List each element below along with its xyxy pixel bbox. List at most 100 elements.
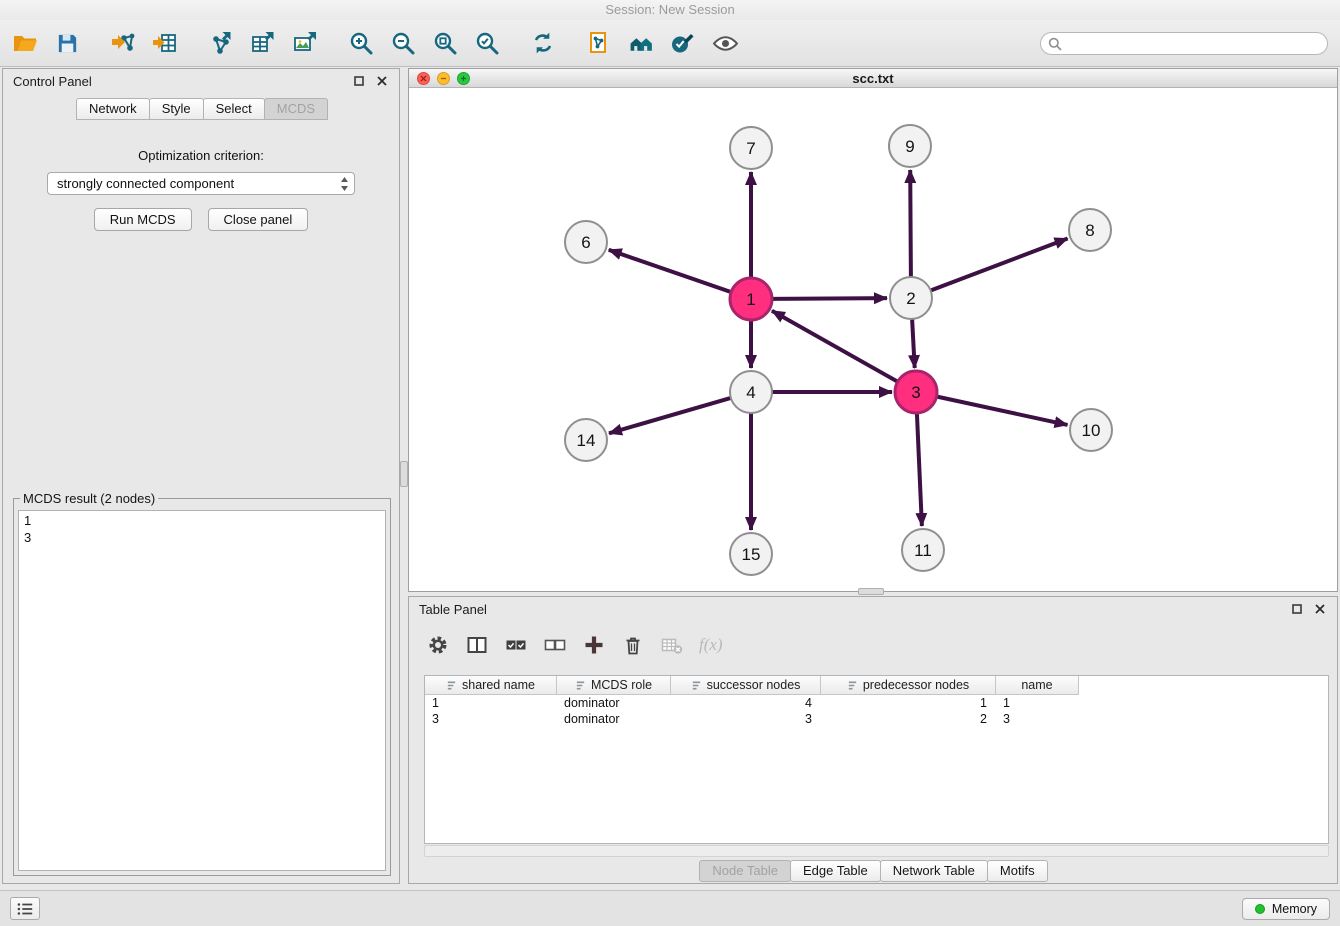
memory-button[interactable]: Memory bbox=[1242, 898, 1330, 920]
selected-option: strongly connected component bbox=[57, 176, 234, 191]
table-row[interactable]: 1 dominator 4 1 1 bbox=[425, 695, 1328, 711]
trash-icon bbox=[622, 634, 644, 656]
plus-icon bbox=[583, 634, 605, 656]
graph-node-label: 8 bbox=[1085, 221, 1094, 240]
cell-predecessor-nodes: 1 bbox=[821, 696, 996, 710]
graph-node-8[interactable]: 8 bbox=[1069, 209, 1111, 251]
edge-4-14[interactable] bbox=[609, 398, 731, 433]
edge-2-3[interactable] bbox=[912, 319, 915, 368]
select-all-icon bbox=[505, 634, 527, 656]
function-builder-button[interactable]: f(x) bbox=[699, 633, 723, 657]
edge-3-1[interactable] bbox=[772, 311, 898, 382]
cell-name: 3 bbox=[996, 712, 1079, 726]
column-header-mcds-role[interactable]: MCDS role bbox=[557, 676, 671, 695]
float-panel-button[interactable] bbox=[352, 74, 366, 88]
vertical-splitter-handle[interactable] bbox=[400, 461, 408, 487]
apply-style-button[interactable] bbox=[666, 26, 700, 60]
edge-2-9[interactable] bbox=[910, 170, 911, 277]
graph-node-3[interactable]: 3 bbox=[895, 371, 937, 413]
graph-node-15[interactable]: 15 bbox=[730, 533, 772, 575]
columns-icon bbox=[466, 634, 488, 656]
column-label: MCDS role bbox=[591, 678, 652, 692]
graph-node-2[interactable]: 2 bbox=[890, 277, 932, 319]
close-panel-action-button[interactable]: Close panel bbox=[208, 208, 309, 231]
column-label: shared name bbox=[462, 678, 535, 692]
graph-node-11[interactable]: 11 bbox=[902, 529, 944, 571]
delete-table-button[interactable] bbox=[660, 633, 684, 657]
graph-node-1[interactable]: 1 bbox=[730, 278, 772, 320]
apply-layout-button[interactable] bbox=[624, 26, 658, 60]
cell-predecessor-nodes: 2 bbox=[821, 712, 996, 726]
zoom-in-button[interactable] bbox=[344, 26, 378, 60]
import-table-button[interactable] bbox=[148, 26, 182, 60]
minimize-window-button[interactable] bbox=[437, 72, 450, 85]
table-horizontal-scrollbar[interactable] bbox=[424, 845, 1329, 857]
close-panel-button[interactable] bbox=[375, 74, 389, 88]
add-column-button[interactable] bbox=[582, 633, 606, 657]
export-image-button[interactable] bbox=[288, 26, 322, 60]
zoom-out-button[interactable] bbox=[386, 26, 420, 60]
delete-column-button[interactable] bbox=[621, 633, 645, 657]
tab-network-table[interactable]: Network Table bbox=[880, 860, 988, 882]
open-session-button[interactable] bbox=[8, 26, 42, 60]
column-header-shared-name[interactable]: shared name bbox=[425, 676, 557, 695]
tab-node-table[interactable]: Node Table bbox=[699, 860, 791, 882]
graph-node-6[interactable]: 6 bbox=[565, 221, 607, 263]
export-network-button[interactable] bbox=[204, 26, 238, 60]
table-panel-title: Table Panel bbox=[419, 602, 487, 617]
select-all-button[interactable] bbox=[504, 633, 528, 657]
close-table-panel-button[interactable] bbox=[1313, 602, 1327, 616]
edge-3-11[interactable] bbox=[917, 413, 922, 526]
edge-1-6[interactable] bbox=[609, 250, 732, 292]
column-header-predecessor-nodes[interactable]: predecessor nodes bbox=[821, 676, 996, 695]
tab-motifs[interactable]: Motifs bbox=[987, 860, 1048, 882]
tab-style[interactable]: Style bbox=[149, 98, 204, 120]
import-network-button[interactable] bbox=[106, 26, 140, 60]
table-header-row: shared name MCDS role successor nodes pr… bbox=[425, 676, 1328, 695]
zoom-fit-button[interactable] bbox=[428, 26, 462, 60]
tab-network[interactable]: Network bbox=[76, 98, 150, 120]
cell-name: 1 bbox=[996, 696, 1079, 710]
graph-node-9[interactable]: 9 bbox=[889, 125, 931, 167]
column-type-icon bbox=[847, 680, 858, 691]
task-history-button[interactable] bbox=[10, 897, 40, 920]
refresh-button[interactable] bbox=[526, 26, 560, 60]
column-header-name[interactable]: name bbox=[996, 676, 1079, 695]
graph-node-7[interactable]: 7 bbox=[730, 127, 772, 169]
edge-2-8[interactable] bbox=[931, 239, 1068, 291]
deselect-all-button[interactable] bbox=[543, 633, 567, 657]
tab-select[interactable]: Select bbox=[203, 98, 265, 120]
graph-node-4[interactable]: 4 bbox=[730, 371, 772, 413]
column-header-successor-nodes[interactable]: successor nodes bbox=[671, 676, 821, 695]
float-table-panel-button[interactable] bbox=[1290, 602, 1304, 616]
zoom-selected-button[interactable] bbox=[470, 26, 504, 60]
table-row[interactable]: 3 dominator 3 2 3 bbox=[425, 711, 1328, 727]
table-settings-button[interactable] bbox=[426, 633, 450, 657]
graph-node-10[interactable]: 10 bbox=[1070, 409, 1112, 451]
search-input[interactable] bbox=[1040, 32, 1328, 55]
memory-label: Memory bbox=[1272, 902, 1317, 916]
optimization-criterion-label: Optimization criterion: bbox=[3, 148, 399, 163]
minimize-icon bbox=[440, 75, 447, 82]
app-title: Session: New Session bbox=[605, 2, 734, 17]
network-window-titlebar[interactable]: scc.txt bbox=[409, 69, 1337, 88]
graph-node-label: 1 bbox=[746, 290, 755, 309]
horizontal-splitter-handle[interactable] bbox=[858, 588, 884, 595]
export-table-button[interactable] bbox=[246, 26, 280, 60]
tab-edge-table[interactable]: Edge Table bbox=[790, 860, 881, 882]
save-session-button[interactable] bbox=[50, 26, 84, 60]
close-window-button[interactable] bbox=[417, 72, 430, 85]
mcds-result-text[interactable]: 1 3 bbox=[18, 510, 386, 871]
show-columns-button[interactable] bbox=[465, 633, 489, 657]
tab-mcds[interactable]: MCDS bbox=[264, 98, 328, 120]
first-neighbors-button[interactable] bbox=[582, 26, 616, 60]
show-hide-button[interactable] bbox=[708, 26, 742, 60]
graph-node-14[interactable]: 14 bbox=[565, 419, 607, 461]
edge-1-2[interactable] bbox=[772, 298, 887, 299]
run-mcds-button[interactable]: Run MCDS bbox=[94, 208, 192, 231]
edge-3-10[interactable] bbox=[937, 397, 1068, 425]
export-table-icon bbox=[250, 30, 276, 56]
optimization-criterion-select[interactable]: strongly connected component bbox=[47, 172, 355, 195]
network-canvas[interactable]: 7 9 6 8 1 2 4 3 14 10 15 11 bbox=[409, 88, 1337, 591]
zoom-window-button[interactable] bbox=[457, 72, 470, 85]
